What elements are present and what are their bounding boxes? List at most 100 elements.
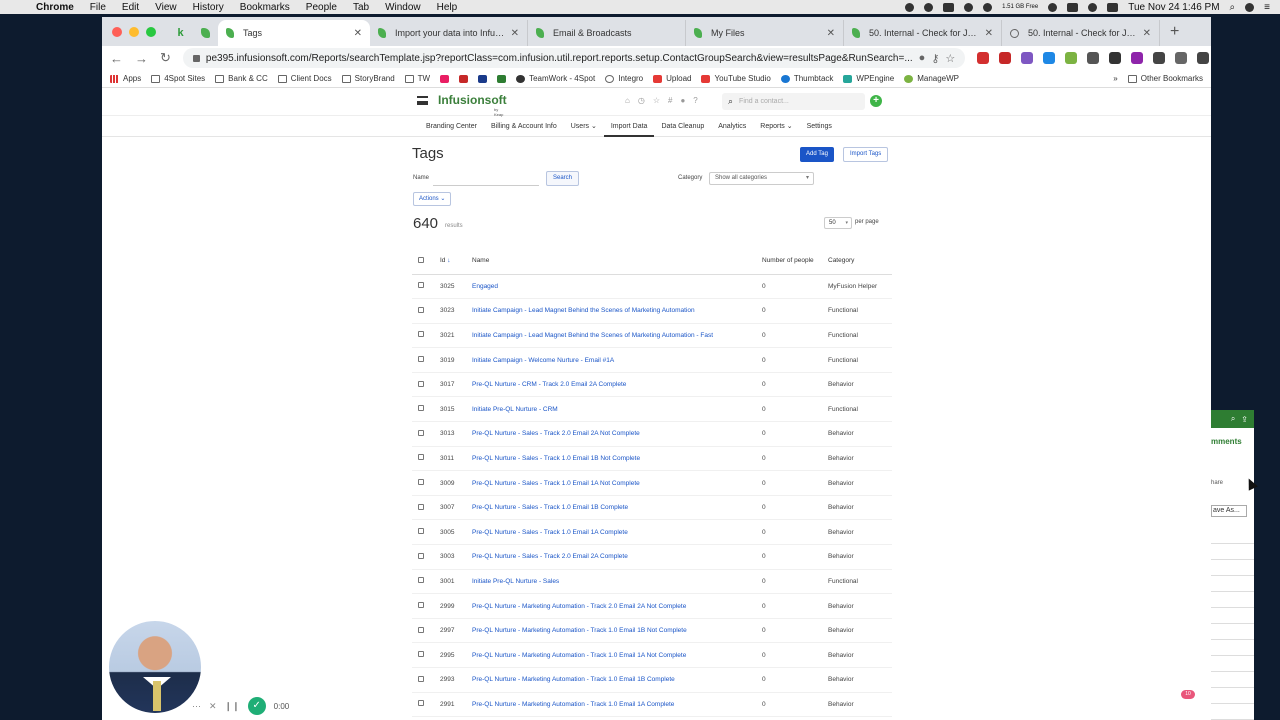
quick-add-button[interactable]: + (870, 95, 882, 107)
row-checkbox[interactable] (418, 405, 424, 412)
bookmark-other[interactable]: Other Bookmarks (1127, 74, 1203, 83)
key-icon[interactable]: ⚷ (931, 52, 939, 65)
tag-name-link[interactable]: Pre-QL Nurture - Sales - Track 2.0 Email… (472, 553, 628, 560)
back-icon[interactable]: ← (110, 51, 123, 66)
bookmark-client-docs[interactable]: Client Docs (277, 74, 332, 83)
row-checkbox[interactable] (418, 479, 424, 486)
menu-edit[interactable]: Edit (114, 2, 147, 13)
finish-recording-button[interactable]: ✓ (247, 697, 266, 715)
extension-icon[interactable] (1131, 52, 1144, 64)
subnav-billing[interactable]: Billing & Account Info (484, 116, 564, 137)
comments-label[interactable]: mments (1211, 437, 1242, 446)
contact-search[interactable]: ⌕ Find a contact... (722, 93, 865, 110)
tag-name-link[interactable]: Pre-QL Nurture - Sales - Track 1.0 Email… (472, 529, 628, 536)
row-checkbox[interactable] (418, 552, 424, 559)
lock-icon[interactable] (192, 54, 200, 62)
tag-name-link[interactable]: Pre-QL Nurture - Marketing Automation - … (472, 676, 675, 683)
home-icon[interactable]: ⌂ (625, 96, 630, 105)
tag-name-link[interactable]: Pre-QL Nurture - Marketing Automation - … (472, 701, 674, 708)
new-tab-icon[interactable]: + (1160, 23, 1189, 41)
subnav-import-data[interactable]: Import Data (603, 116, 655, 137)
extension-icon[interactable] (1065, 52, 1078, 64)
address-bar[interactable]: pe395.infusionsoft.com/Reports/searchTem… (182, 48, 966, 68)
microphone-icon[interactable]: ● (919, 52, 926, 64)
bookmark-youtube-studio[interactable]: YouTube Studio (701, 74, 771, 83)
notification-badge[interactable]: 10 (1181, 690, 1195, 699)
column-category[interactable]: Category (828, 248, 892, 275)
menu-history[interactable]: History (185, 2, 232, 13)
bookmark-wpengine[interactable]: WPEngine (843, 74, 894, 83)
bookmark-cnn[interactable] (459, 74, 469, 83)
subnav-data-cleanup[interactable]: Data Cleanup (654, 116, 711, 137)
spreadsheet-grid[interactable] (1211, 540, 1254, 720)
extension-icon[interactable] (1087, 52, 1100, 64)
bookmark-mlb[interactable] (478, 74, 488, 83)
more-options-icon[interactable]: ⋯ (192, 701, 201, 712)
bookmark-apps[interactable]: Apps (110, 74, 141, 83)
bookmark-managewp[interactable]: ManageWP (904, 74, 959, 83)
tab-my-files[interactable]: My Files ✕ (686, 20, 844, 46)
bookmark-star-icon[interactable]: ☆ (945, 52, 955, 65)
volume-icon[interactable] (1088, 2, 1098, 12)
tag-name-link[interactable]: Pre-QL Nurture - Marketing Automation - … (472, 627, 687, 634)
tag-name-link[interactable]: Initiate Campaign - Lead Magnet Behind t… (472, 332, 713, 339)
row-checkbox[interactable] (418, 602, 424, 609)
wifi-icon[interactable] (1048, 2, 1058, 12)
column-id[interactable]: Id ↓ (440, 248, 472, 275)
pinned-tab-keap[interactable]: k (168, 20, 193, 46)
row-checkbox[interactable] (418, 306, 424, 313)
webcam-bubble[interactable] (107, 619, 203, 715)
subnav-reports[interactable]: Reports ⌄ (753, 116, 799, 137)
extension-icon[interactable] (999, 52, 1012, 64)
forward-icon[interactable]: → (135, 51, 148, 66)
menu-window[interactable]: Window (377, 2, 429, 13)
tag-name-link[interactable]: Pre-QL Nurture - Sales - Track 2.0 Email… (472, 430, 640, 437)
column-number-of-people[interactable]: Number of people (762, 248, 828, 275)
menu-app-chrome[interactable]: Chrome (28, 2, 82, 13)
name-filter-input[interactable] (433, 173, 539, 186)
menu-file[interactable]: File (82, 2, 114, 13)
close-tab-icon[interactable]: ✕ (511, 28, 519, 39)
row-checkbox[interactable] (418, 626, 424, 633)
pinned-tab-infusionsoft[interactable] (193, 20, 218, 46)
extension-icon[interactable] (1043, 52, 1056, 64)
share-icon[interactable]: ⇪ (1241, 415, 1248, 424)
tag-name-link[interactable]: Pre-QL Nurture - Sales - Track 1.0 Email… (472, 455, 640, 462)
bookmark-tw[interactable]: TW (404, 74, 430, 83)
tab-import-data[interactable]: Import your data into Infusionsoft ✕ (370, 20, 528, 46)
battery-icon[interactable] (1107, 2, 1119, 12)
status-icon[interactable] (905, 2, 915, 12)
row-checkbox[interactable] (418, 503, 424, 510)
row-checkbox[interactable] (418, 577, 424, 584)
close-tab-icon[interactable]: ✕ (827, 28, 835, 39)
cancel-recording-icon[interactable]: ✕ (209, 701, 217, 712)
column-name[interactable]: Name (472, 248, 762, 275)
cloud-icon[interactable] (983, 2, 993, 12)
tag-name-link[interactable]: Engaged (472, 283, 498, 290)
row-checkbox[interactable] (418, 380, 424, 387)
save-as-button[interactable]: ave As... (1211, 505, 1247, 517)
tag-name-link[interactable]: Initiate Campaign - Welcome Nurture - Em… (472, 357, 614, 364)
extension-icon[interactable] (1153, 52, 1166, 64)
row-checkbox[interactable] (418, 282, 424, 289)
clock[interactable]: Tue Nov 24 1:46 PM (1128, 2, 1219, 13)
row-checkbox[interactable] (418, 651, 424, 658)
tab-junk-email-2[interactable]: 50. Internal - Check for Junk E ✕ (1002, 20, 1160, 46)
dropbox-icon[interactable] (943, 2, 955, 12)
tab-tags[interactable]: Tags ✕ (218, 20, 370, 46)
row-checkbox[interactable] (418, 528, 424, 535)
search-icon[interactable]: ⌕ (1231, 414, 1235, 424)
close-window-button[interactable] (112, 26, 122, 37)
tab-junk-email-1[interactable]: 50. Internal - Check for Junk E ✕ (844, 20, 1002, 46)
tag-name-link[interactable]: Pre-QL Nurture - Sales - Track 1.0 Email… (472, 504, 628, 511)
bookmark-thumbtack[interactable]: Thumbtack (780, 74, 833, 83)
row-checkbox[interactable] (418, 454, 424, 461)
hashtag-icon[interactable]: # (668, 96, 672, 105)
extension-icon[interactable] (1109, 52, 1122, 64)
add-tag-button[interactable]: Add Tag (800, 147, 834, 162)
bookmark-upload[interactable]: Upload (653, 74, 691, 83)
subnav-analytics[interactable]: Analytics (711, 116, 753, 137)
tag-name-link[interactable]: Initiate Pre-QL Nurture - CRM (472, 406, 558, 413)
minimize-window-button[interactable] (129, 26, 139, 37)
tag-name-link[interactable]: Initiate Campaign - Lead Magnet Behind t… (472, 307, 695, 314)
